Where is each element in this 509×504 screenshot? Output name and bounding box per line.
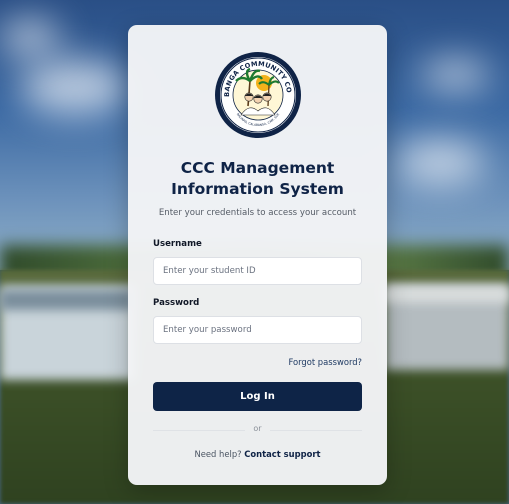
login-button[interactable]: Log In — [153, 382, 362, 411]
username-label: Username — [153, 239, 202, 249]
cloud — [395, 140, 485, 185]
password-label: Password — [153, 298, 200, 308]
contact-support-link[interactable]: Contact support — [244, 449, 320, 459]
password-input[interactable] — [153, 316, 362, 344]
cloud — [20, 60, 130, 115]
help-row: Need help? Contact support — [128, 449, 387, 459]
help-text: Need help? — [194, 449, 242, 459]
page-subtitle: Enter your credentials to access your ac… — [158, 208, 357, 218]
divider-or-text: or — [253, 424, 262, 433]
building-right-roof — [385, 285, 509, 303]
page-title: CCC Management Information System — [128, 158, 387, 200]
forgot-password-link[interactable]: Forgot password? — [288, 357, 362, 367]
college-seal-logo: CALABANGA COMMUNITY COLLEGE BALINAD, CAL… — [214, 51, 301, 138]
username-input[interactable] — [153, 257, 362, 285]
title-line-1: CCC Management — [180, 159, 335, 177]
cloud — [0, 20, 60, 55]
cloud — [420, 60, 490, 90]
title-line-2: Information System — [171, 180, 344, 198]
login-card: CALABANGA COMMUNITY COLLEGE BALINAD, CAL… — [128, 25, 387, 485]
building-left-roof — [0, 290, 135, 310]
